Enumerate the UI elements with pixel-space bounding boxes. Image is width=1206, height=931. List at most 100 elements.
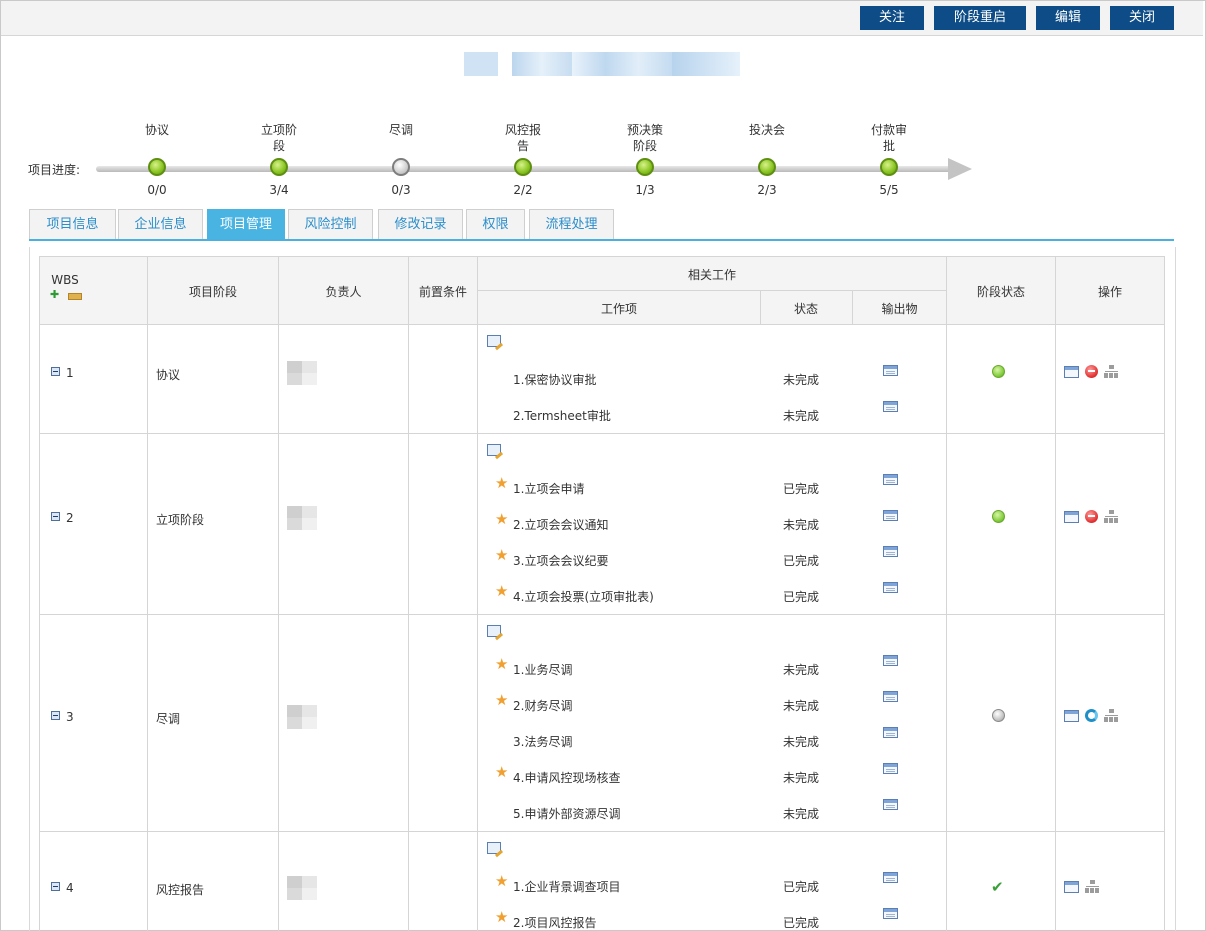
document-icon[interactable] (883, 727, 898, 738)
work-item-link[interactable]: 4.立项会投票(立项审批表) (513, 588, 654, 605)
stage-dot-4[interactable] (514, 158, 532, 176)
document-icon[interactable] (883, 365, 898, 376)
star-icon: ★ (495, 691, 509, 709)
work-item-link[interactable]: 1.立项会申请 (513, 480, 584, 497)
edit-icon[interactable] (487, 625, 501, 637)
edit-icon[interactable] (68, 293, 82, 300)
status-gray-icon (992, 709, 1005, 722)
star-icon: ★ (495, 582, 509, 600)
document-icon[interactable] (883, 872, 898, 883)
work-item-link[interactable]: 3.法务尽调 (513, 733, 572, 750)
stage-name: 立项阶 (260, 123, 297, 137)
delete-icon[interactable] (1085, 365, 1098, 378)
document-icon[interactable] (883, 510, 898, 521)
view-icon[interactable] (1064, 881, 1079, 893)
stage-dot-5[interactable] (636, 158, 654, 176)
edit-icon[interactable] (487, 842, 501, 854)
document-icon[interactable] (883, 655, 898, 666)
tab-workflow[interactable]: 流程处理 (529, 209, 614, 239)
stage-dot-1[interactable] (148, 158, 166, 176)
close-button[interactable]: 关闭 (1110, 6, 1174, 30)
grid-line (946, 256, 947, 931)
work-item-link[interactable]: 2.Termsheet审批 (513, 407, 611, 424)
document-icon[interactable] (883, 691, 898, 702)
grid-line (39, 433, 1165, 434)
edit-icon[interactable] (487, 444, 501, 456)
header-related-work: 相关工作 (687, 268, 736, 282)
grid-line (147, 256, 148, 931)
avatar (287, 361, 317, 385)
work-item-link[interactable]: 1.业务尽调 (513, 661, 572, 678)
grid-line (39, 256, 1165, 257)
grid-line (278, 256, 279, 931)
header-precondition: 前置条件 (418, 285, 467, 299)
work-item-status: 未完成 (783, 699, 820, 713)
document-icon[interactable] (883, 401, 898, 412)
stage-dot-6[interactable] (758, 158, 776, 176)
stage-count: 2/2 (513, 183, 533, 197)
work-item-status: 已完成 (783, 554, 820, 568)
check-icon: ✔ (991, 878, 1004, 896)
edit-icon[interactable] (487, 335, 501, 347)
document-icon[interactable] (883, 799, 898, 810)
collapse-icon[interactable] (51, 512, 60, 521)
view-icon[interactable] (1064, 366, 1079, 378)
collapse-icon[interactable] (51, 882, 60, 891)
work-item-link[interactable]: 1.保密协议审批 (513, 371, 596, 388)
work-item-link[interactable]: 2.立项会会议通知 (513, 516, 608, 533)
view-icon[interactable] (1064, 710, 1079, 722)
star-icon: ★ (495, 908, 509, 926)
restart-stage-button[interactable]: 阶段重启 (934, 6, 1026, 30)
work-item-link[interactable]: 4.申请风控现场核查 (513, 769, 620, 786)
org-chart-icon[interactable] (1085, 880, 1100, 893)
tab-company-info[interactable]: 企业信息 (118, 209, 203, 239)
tab-project-info[interactable]: 项目信息 (29, 209, 116, 239)
collapse-icon[interactable] (51, 367, 60, 376)
header-wbs: WBS (51, 273, 79, 287)
work-item-status: 未完成 (783, 663, 820, 677)
document-icon[interactable] (883, 474, 898, 485)
work-item-link[interactable]: 5.申请外部资源尽调 (513, 805, 620, 822)
stage-dot-7[interactable] (880, 158, 898, 176)
work-item-link[interactable]: 3.立项会会议纪要 (513, 552, 608, 569)
add-icon[interactable]: ✚ (50, 289, 60, 300)
work-item-link[interactable]: 2.项目风控报告 (513, 914, 596, 931)
stage-name-cell: 立项阶段 (156, 513, 205, 527)
org-chart-icon[interactable] (1104, 510, 1119, 523)
tabs-underline (29, 239, 1174, 241)
collapse-icon[interactable] (51, 711, 60, 720)
stage-count: 1/3 (635, 183, 655, 197)
work-item-status: 未完成 (783, 807, 820, 821)
tab-project-management[interactable]: 项目管理 (207, 209, 285, 239)
edit-button[interactable]: 编辑 (1036, 6, 1100, 30)
org-chart-icon[interactable] (1104, 365, 1119, 378)
stage-dot-3[interactable] (392, 158, 410, 176)
org-chart-icon[interactable] (1104, 709, 1119, 722)
follow-button[interactable]: 关注 (860, 6, 924, 30)
header-operation: 操作 (1097, 285, 1122, 299)
document-icon[interactable] (883, 763, 898, 774)
document-icon[interactable] (883, 908, 898, 919)
stage-count: 5/5 (879, 183, 899, 197)
delete-icon[interactable] (1085, 510, 1098, 523)
tab-change-log[interactable]: 修改记录 (378, 209, 463, 239)
view-icon[interactable] (1064, 511, 1079, 523)
stage-name-cell: 尽调 (156, 712, 181, 726)
reset-icon[interactable] (1085, 709, 1098, 722)
tab-risk-control[interactable]: 风险控制 (288, 209, 373, 239)
grid-line (477, 290, 946, 291)
grid-line (408, 256, 409, 931)
work-item-link[interactable]: 2.财务尽调 (513, 697, 572, 714)
grid-line (1164, 256, 1165, 931)
work-item-link[interactable]: 1.企业背景调查项目 (513, 878, 620, 895)
tab-permissions[interactable]: 权限 (466, 209, 525, 239)
document-icon[interactable] (883, 546, 898, 557)
stage-name: 告 (516, 139, 529, 153)
work-item-status: 已完成 (783, 590, 820, 604)
grid-line (39, 256, 40, 931)
grid-line (39, 831, 1165, 832)
status-green-icon (992, 365, 1005, 378)
wbs-number: 3 (66, 710, 74, 724)
stage-dot-2[interactable] (270, 158, 288, 176)
document-icon[interactable] (883, 582, 898, 593)
